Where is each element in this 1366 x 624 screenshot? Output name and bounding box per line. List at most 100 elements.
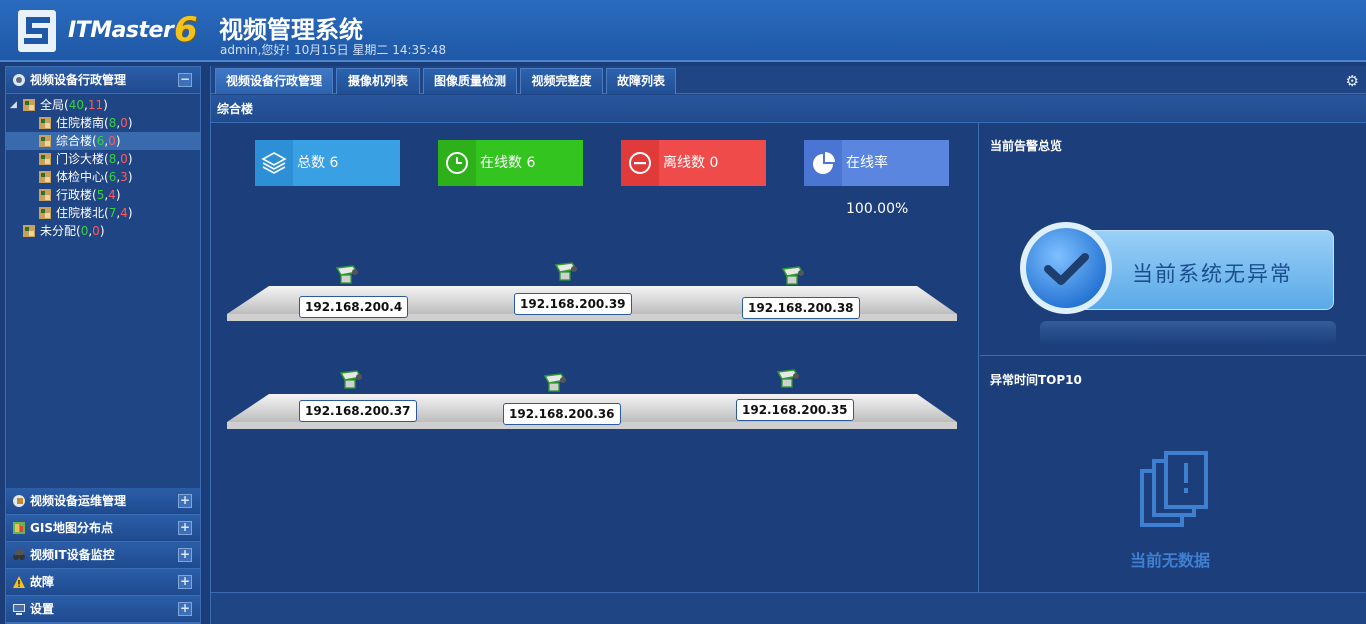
minus-circle-icon — [621, 140, 659, 186]
offline-count: 0 — [92, 224, 100, 238]
tree-node-building[interactable]: 住院楼南(8,0) — [6, 114, 200, 132]
tree-node-label: 全局 — [40, 98, 65, 112]
building-camera-icon — [39, 117, 51, 129]
map-icon — [13, 522, 25, 534]
tab-video-integrity[interactable]: 视频完整度 — [520, 68, 603, 94]
camera-globe-icon — [13, 74, 25, 86]
camera-ip-label[interactable]: 192.168.200.37 — [299, 400, 417, 422]
logo-text: ITMaster — [68, 18, 174, 43]
online-count: 6 — [96, 134, 105, 148]
no-data-text: 当前无数据 — [1130, 551, 1211, 570]
tree-node-building[interactable]: 行政楼(5,4) — [6, 186, 200, 204]
system-status-text: 当前系统无异常 — [1132, 262, 1293, 286]
sidebar-section-ops[interactable]: 视频设备运维管理 + — [6, 488, 200, 515]
sidebar-section-label: GIS地图分布点 — [30, 521, 113, 535]
camera-icon[interactable] — [779, 263, 809, 291]
app-header: ITMaster 6 视频管理系统 admin,您好! 10月15日 星期二 1… — [0, 0, 1366, 62]
top10-panel-title: 异常时间TOP10 — [990, 373, 1082, 387]
tab-fault-list[interactable]: 故障列表 — [606, 68, 676, 94]
tree-node-building[interactable]: 门诊大楼(8,0) — [6, 150, 200, 168]
expand-icon[interactable]: + — [178, 494, 192, 508]
content-area: 总数 6 在线数 6 离线数 0 在线率 100.00% 192.168.200… — [211, 123, 1366, 593]
camera-icon[interactable] — [774, 366, 804, 394]
sidebar-bottom-sections: 视频设备运维管理 + GIS地图分布点 + 视频IT设备监控 + 故障 + 设置… — [6, 488, 200, 623]
alarm-panel-title: 当前告警总览 — [990, 139, 1063, 153]
building-camera-icon — [23, 99, 35, 111]
tree-node-label: 住院楼北 — [56, 206, 105, 220]
camera-icon[interactable] — [333, 262, 363, 290]
camera-wrench-icon — [13, 495, 25, 507]
online-count: 5 — [96, 188, 105, 202]
stat-total: 总数 6 — [255, 140, 400, 186]
stat-total-label: 总数 6 — [297, 155, 339, 171]
sidebar-section-faults[interactable]: 故障 + — [6, 569, 200, 596]
camera-icon[interactable] — [541, 370, 571, 398]
sidebar-section-label: 设置 — [30, 602, 55, 616]
offline-count: 0 — [108, 134, 116, 148]
tree-node-label: 住院楼南 — [56, 116, 105, 130]
sidebar: 视频设备行政管理 − ◢ 全局(40,11) 住院楼南(8,0) 综合楼(6,0… — [5, 66, 201, 624]
main-panel: 视频设备行政管理 摄像机列表 图像质量检测 视频完整度 故障列表 ⚙ 综合楼 总… — [210, 66, 1366, 624]
tab-camera-list[interactable]: 摄像机列表 — [336, 68, 420, 94]
expand-icon[interactable]: + — [178, 602, 192, 616]
building-camera-icon — [39, 189, 51, 201]
camera-ip-label[interactable]: 192.168.200.35 — [736, 399, 854, 421]
sidebar-section-settings[interactable]: 设置 + — [6, 596, 200, 623]
clock-icon — [438, 140, 476, 186]
expand-caret-icon[interactable]: ◢ — [10, 96, 17, 114]
collapse-icon[interactable]: − — [178, 73, 192, 87]
tree-node-unassigned[interactable]: 未分配(0,0) — [6, 222, 200, 240]
building-camera-icon — [39, 207, 51, 219]
stat-offline-label: 离线数 0 — [663, 155, 719, 171]
online-count: 7 — [108, 206, 117, 220]
camera-ip-label[interactable]: 192.168.200.39 — [514, 293, 632, 315]
logo-version: 6 — [174, 10, 198, 50]
tab-admin-management[interactable]: 视频设备行政管理 — [215, 68, 333, 94]
offline-count: 11 — [87, 98, 104, 112]
sidebar-section-label: 视频IT设备监控 — [30, 548, 115, 562]
sidebar-section-label: 视频设备运维管理 — [30, 494, 127, 508]
tree-node-label: 未分配 — [40, 224, 77, 238]
offline-count: 4 — [120, 206, 128, 220]
sidebar-section-label: 故障 — [30, 575, 55, 589]
layers-icon — [255, 140, 293, 186]
expand-icon[interactable]: + — [178, 575, 192, 589]
sidebar-section-admin[interactable]: 视频设备行政管理 − — [6, 67, 200, 94]
expand-icon[interactable]: + — [178, 548, 192, 562]
building-camera-icon — [39, 135, 51, 147]
stat-online-rate-label: 在线率 100.00% — [846, 155, 909, 217]
building-camera-icon — [23, 225, 35, 237]
camera-ip-label[interactable]: 192.168.200.4 — [299, 296, 409, 318]
pie-chart-icon — [804, 140, 842, 186]
warning-icon — [13, 576, 25, 588]
online-count: 0 — [80, 224, 89, 238]
camera-ip-label[interactable]: 192.168.200.38 — [742, 297, 860, 319]
camera-icon[interactable] — [337, 367, 367, 395]
tree-node-building[interactable]: 住院楼北(7,4) — [6, 204, 200, 222]
logo-mark-icon — [18, 10, 56, 52]
summary-panels: 当前告警总览 当前系统无异常 异常时间TOP10 当前无数据 — [980, 123, 1366, 593]
tree-node-building-selected[interactable]: 综合楼(6,0) — [6, 132, 200, 150]
sidebar-section-it-monitor[interactable]: 视频IT设备监控 + — [6, 542, 200, 569]
breadcrumb: 综合楼 — [211, 95, 1366, 123]
offline-count: 0 — [120, 116, 128, 130]
sidebar-section-label: 视频设备行政管理 — [30, 73, 127, 87]
sidebar-section-gis[interactable]: GIS地图分布点 + — [6, 515, 200, 542]
camera-icon[interactable] — [552, 259, 582, 287]
offline-count: 0 — [120, 152, 128, 166]
offline-count: 4 — [108, 188, 116, 202]
gear-icon[interactable]: ⚙ — [1346, 72, 1359, 90]
location-tree: ◢ 全局(40,11) 住院楼南(8,0) 综合楼(6,0) 门诊大楼(8,0)… — [6, 94, 200, 492]
tree-node-global[interactable]: ◢ 全局(40,11) — [6, 96, 200, 114]
checkmark-icon — [1020, 222, 1112, 314]
online-count: 8 — [108, 116, 117, 130]
tree-node-label: 行政楼 — [56, 188, 93, 202]
tree-node-building[interactable]: 体检中心(6,3) — [6, 168, 200, 186]
logo: ITMaster 6 — [16, 8, 204, 56]
tab-bar: 视频设备行政管理 摄像机列表 图像质量检测 视频完整度 故障列表 ⚙ — [211, 66, 1366, 94]
tab-image-quality[interactable]: 图像质量检测 — [423, 68, 517, 94]
offline-count: 3 — [120, 170, 128, 184]
camera-ip-label[interactable]: 192.168.200.36 — [503, 403, 621, 425]
expand-icon[interactable]: + — [178, 521, 192, 535]
user-greeting: admin,您好! 10月15日 星期二 14:35:48 — [220, 43, 447, 57]
